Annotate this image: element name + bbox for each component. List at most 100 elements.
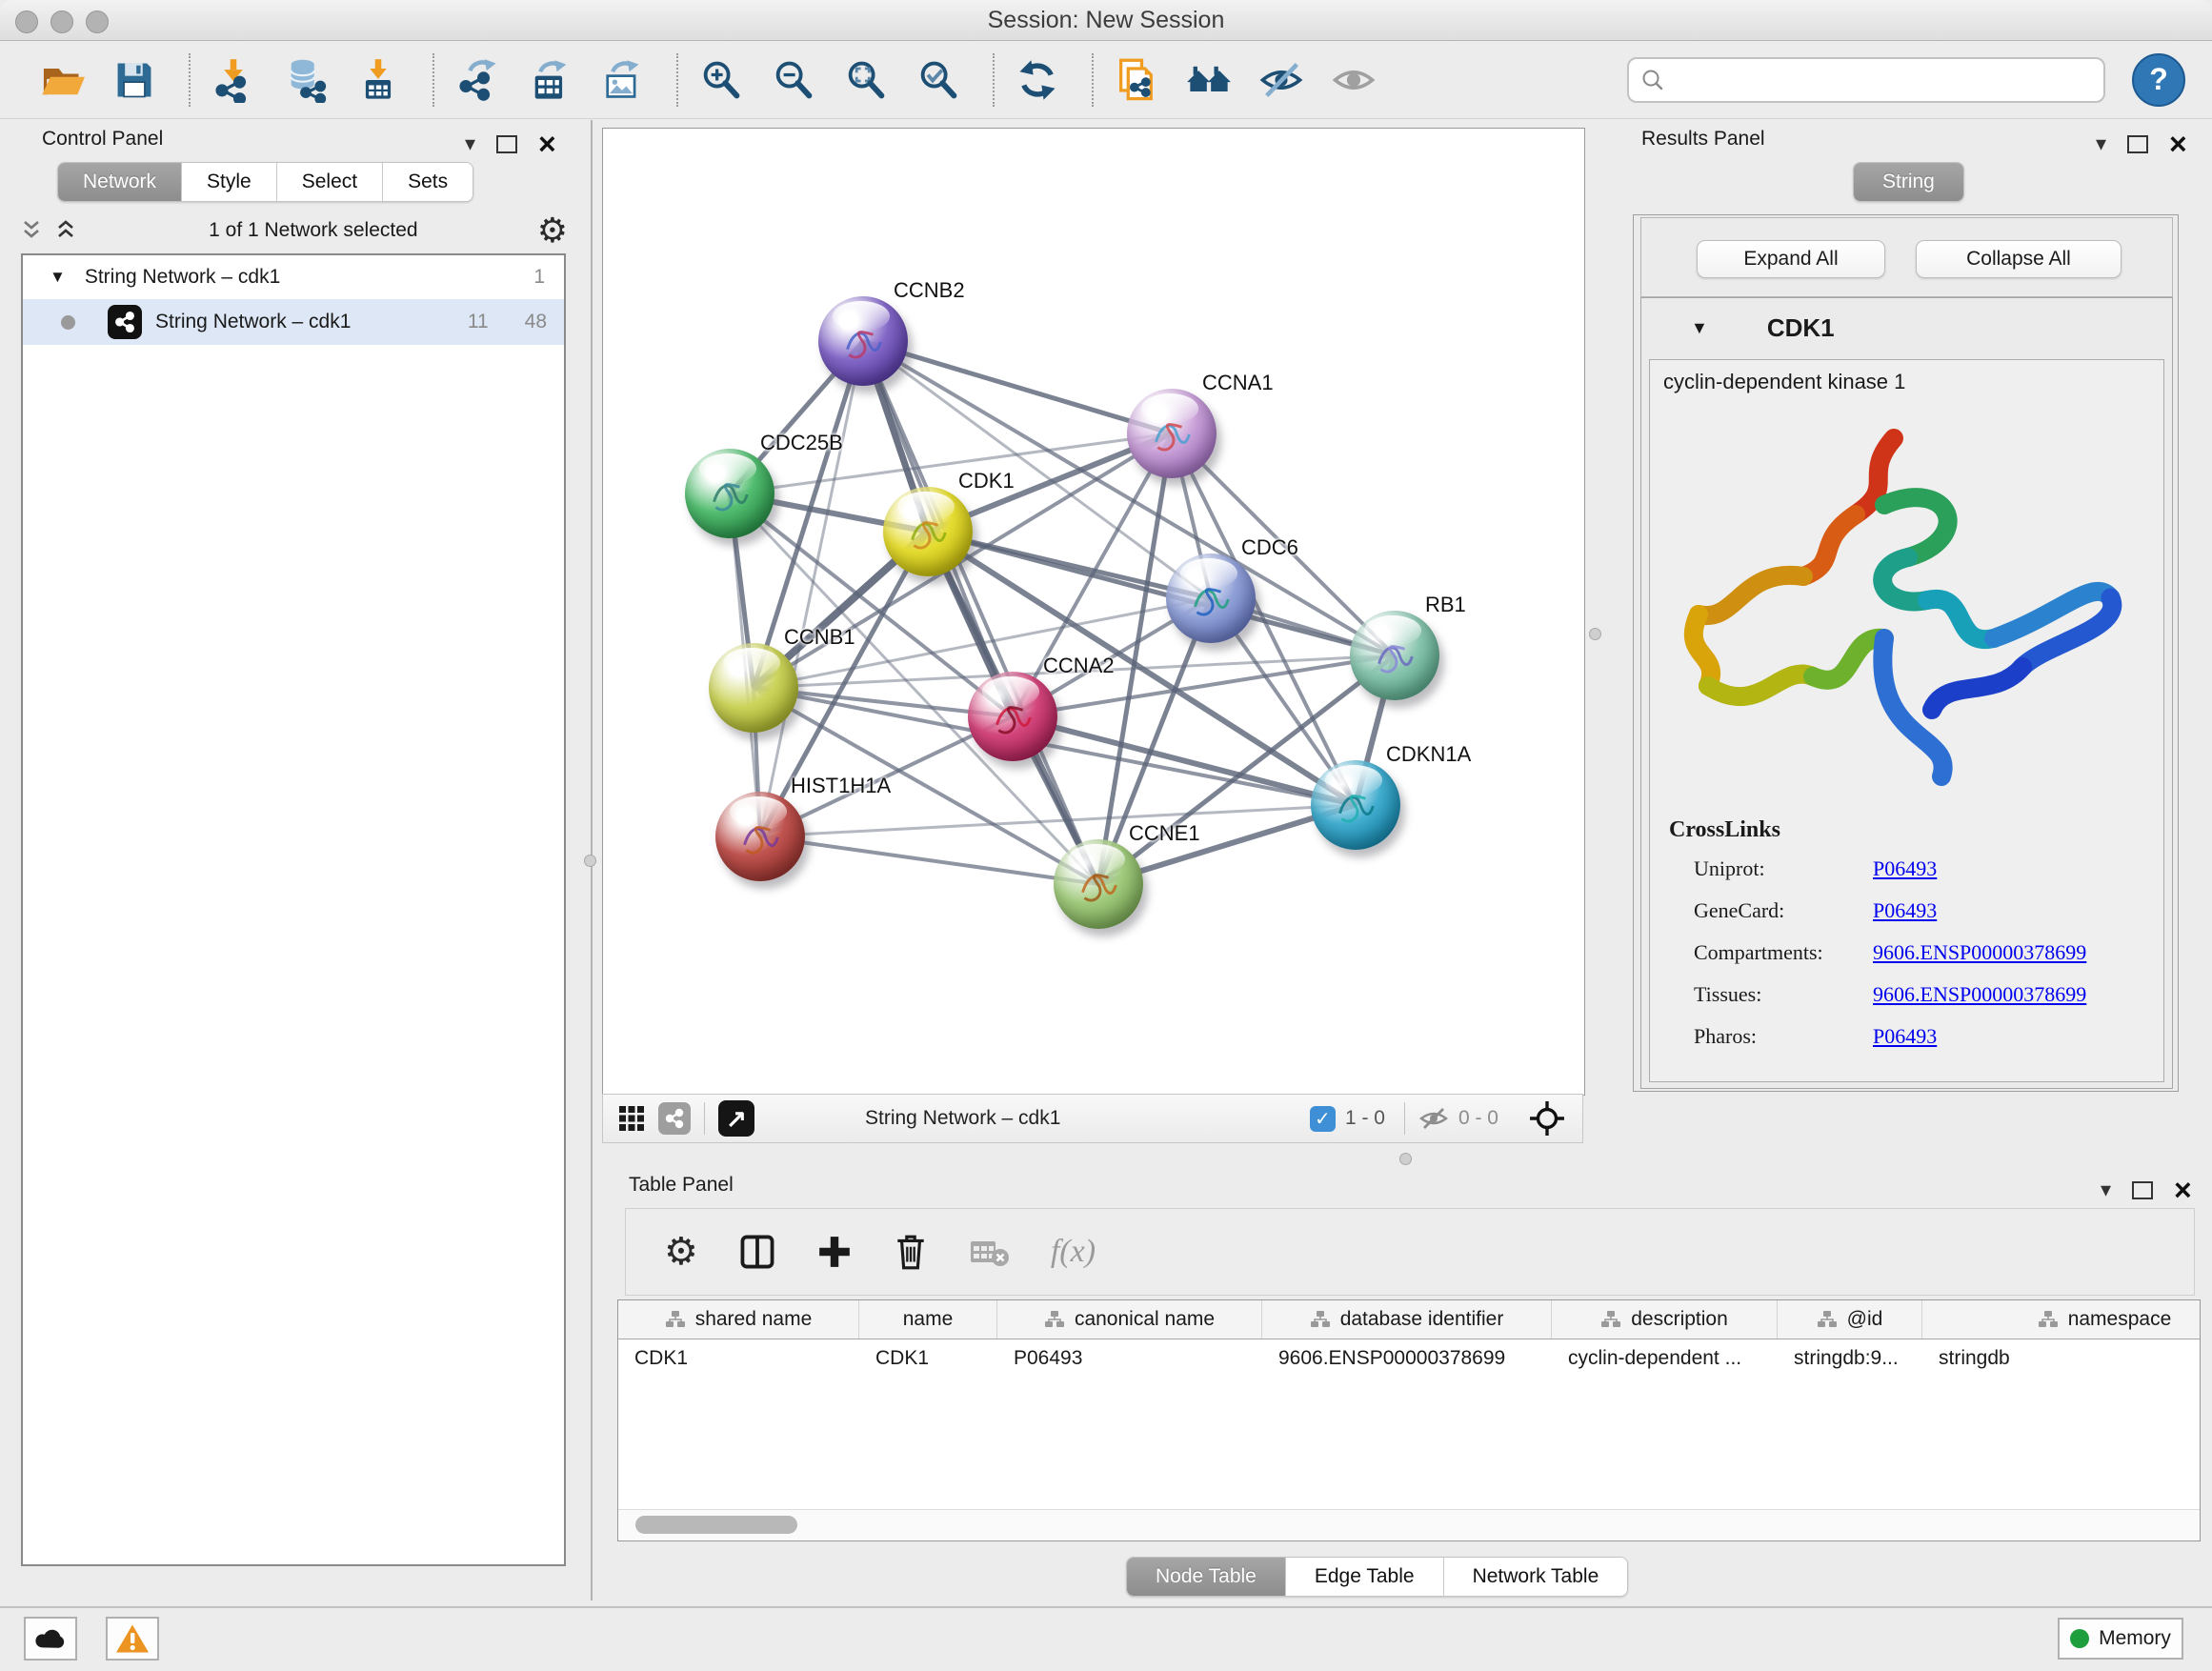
node-label-cdk1: CDK1 — [958, 469, 1015, 493]
zoom-out-icon[interactable] — [768, 54, 819, 106]
help-button[interactable]: ? — [2132, 53, 2185, 107]
import-network-database-icon[interactable] — [280, 54, 332, 106]
import-network-file-icon[interactable] — [208, 54, 259, 106]
table-cell[interactable]: stringdb:9... — [1778, 1339, 1922, 1378]
hidden-eye-icon[interactable] — [1418, 1106, 1449, 1131]
first-neighbors-icon[interactable] — [1183, 54, 1235, 106]
export-network-icon[interactable] — [452, 54, 503, 106]
tab-select[interactable]: Select — [277, 163, 383, 201]
show-all-icon[interactable] — [1328, 54, 1379, 106]
column-header-database-identifier[interactable]: database identifier — [1262, 1300, 1552, 1339]
birds-eye-view-icon[interactable]: ↗ — [718, 1100, 754, 1137]
collapse-all-button[interactable]: Collapse All — [1916, 240, 2122, 278]
tab-node-table[interactable]: Node Table — [1127, 1558, 1286, 1596]
network-node-cdc6[interactable] — [1166, 554, 1256, 643]
delete-table-icon[interactable] — [969, 1236, 1011, 1268]
tab-network[interactable]: Network — [58, 163, 182, 201]
table-h-scrollbar[interactable] — [618, 1509, 2200, 1540]
left-splitter-handle[interactable] — [584, 855, 596, 867]
expand-all-icon[interactable] — [55, 219, 76, 242]
column-header-shared-name[interactable]: shared name — [618, 1300, 859, 1339]
table-cell[interactable]: stringdb — [1922, 1339, 2201, 1378]
entry-expand-icon[interactable]: ▼ — [1691, 318, 1708, 338]
network-node-hist1h1a[interactable] — [715, 792, 805, 881]
crosslink-link[interactable]: 9606.ENSP00000378699 — [1873, 982, 2086, 1007]
panel-float-icon[interactable] — [2132, 1181, 2153, 1199]
collection-expand-icon[interactable]: ▼ — [50, 268, 66, 287]
export-table-icon[interactable] — [524, 54, 575, 106]
panel-menu-icon[interactable]: ▾ — [465, 131, 475, 156]
tab-style[interactable]: Style — [182, 163, 277, 201]
protein-entry-header[interactable]: ▼ CDK1 — [1641, 298, 2172, 357]
memory-button[interactable]: Memory — [2058, 1618, 2183, 1660]
right-splitter-handle[interactable] — [1589, 628, 1601, 640]
import-table-icon[interactable] — [352, 54, 404, 106]
panel-float-icon[interactable] — [496, 135, 517, 153]
add-column-icon[interactable] — [816, 1234, 853, 1270]
panel-menu-icon[interactable]: ▾ — [2101, 1178, 2111, 1202]
zoom-fit-icon[interactable] — [840, 54, 892, 106]
show-columns-icon[interactable] — [738, 1233, 776, 1271]
tab-string[interactable]: String — [1854, 163, 1963, 201]
function-builder-icon[interactable]: f(x) — [1051, 1234, 1096, 1270]
zoom-in-icon[interactable] — [695, 54, 747, 106]
panel-close-icon[interactable]: × — [2174, 1180, 2192, 1199]
crosslink-link[interactable]: P06493 — [1873, 1024, 1937, 1049]
network-node-ccna1[interactable] — [1127, 389, 1217, 478]
tab-network-table[interactable]: Network Table — [1444, 1558, 1628, 1596]
export-image-icon[interactable] — [596, 54, 648, 106]
table-cell[interactable]: 9606.ENSP00000378699 — [1262, 1339, 1552, 1378]
zoom-selected-icon[interactable] — [913, 54, 964, 106]
cloud-button[interactable] — [24, 1617, 77, 1661]
crosshair-icon[interactable] — [1529, 1100, 1565, 1137]
column-header--id[interactable]: @id — [1778, 1300, 1922, 1339]
panel-menu-icon[interactable]: ▾ — [2096, 131, 2106, 156]
string-view-icon[interactable] — [658, 1102, 691, 1135]
column-header-description[interactable]: description — [1552, 1300, 1778, 1339]
column-header-namespace[interactable]: namespace — [1922, 1300, 2201, 1339]
crosslink-link[interactable]: P06493 — [1873, 898, 1937, 923]
hide-selected-icon[interactable] — [1256, 54, 1307, 106]
table-settings-icon[interactable]: ⚙ — [664, 1233, 698, 1271]
network-collection-row[interactable]: ▼ String Network – cdk1 1 — [23, 255, 564, 299]
network-node-rb1[interactable] — [1350, 611, 1439, 700]
table-cell[interactable]: cyclin-dependent ... — [1552, 1339, 1778, 1378]
crosslink-link[interactable]: P06493 — [1873, 856, 1937, 881]
panel-close-icon[interactable]: × — [538, 134, 556, 153]
network-node-cdc25b[interactable] — [685, 449, 774, 538]
duplicate-network-icon[interactable] — [1111, 54, 1162, 106]
network-node-ccnb1[interactable] — [709, 643, 798, 733]
gear-icon[interactable]: ⚙ — [537, 213, 568, 248]
grid-view-icon[interactable] — [618, 1105, 645, 1132]
bottom-splitter-handle[interactable] — [1399, 1153, 1412, 1165]
network-node-ccne1[interactable] — [1054, 839, 1143, 929]
column-header-canonical-name[interactable]: canonical name — [997, 1300, 1262, 1339]
table-cell[interactable]: CDK1 — [618, 1339, 859, 1378]
search-input[interactable] — [1673, 62, 2103, 98]
network-node-cdk1[interactable] — [883, 487, 973, 576]
tab-sets[interactable]: Sets — [383, 163, 473, 201]
crosslink-link[interactable]: 9606.ENSP00000378699 — [1873, 940, 2086, 965]
table-cell[interactable]: CDK1 — [859, 1339, 997, 1378]
refresh-layout-icon[interactable] — [1012, 54, 1063, 106]
expand-all-button[interactable]: Expand All — [1697, 240, 1885, 278]
selected-checkbox-icon[interactable]: ✓ — [1310, 1106, 1336, 1132]
network-node-ccnb2[interactable] — [818, 296, 908, 386]
network-node-cdkn1a[interactable] — [1311, 760, 1400, 850]
memory-label: Memory — [2099, 1627, 2171, 1650]
open-session-icon[interactable] — [36, 54, 88, 106]
network-canvas[interactable]: CCNB2CCNA1CDC25BCDK1CDC6RB1CCNB1CCNA2CDK… — [602, 128, 1585, 1096]
network-row[interactable]: String Network – cdk1 11 48 — [23, 299, 564, 345]
scrollbar-thumb[interactable] — [635, 1516, 797, 1534]
table-cell[interactable]: P06493 — [997, 1339, 1262, 1378]
collapse-all-icon[interactable] — [21, 219, 42, 242]
column-header-name[interactable]: name — [859, 1300, 997, 1339]
table-row[interactable]: CDK1CDK1P064939606.ENSP00000378699cyclin… — [618, 1339, 2200, 1378]
panel-close-icon[interactable]: × — [2169, 134, 2187, 153]
delete-column-icon[interactable] — [893, 1233, 929, 1271]
warning-button[interactable] — [106, 1617, 159, 1661]
panel-float-icon[interactable] — [2127, 135, 2148, 153]
network-node-ccna2[interactable] — [968, 672, 1057, 761]
tab-edge-table[interactable]: Edge Table — [1286, 1558, 1444, 1596]
save-session-icon[interactable] — [109, 54, 160, 106]
